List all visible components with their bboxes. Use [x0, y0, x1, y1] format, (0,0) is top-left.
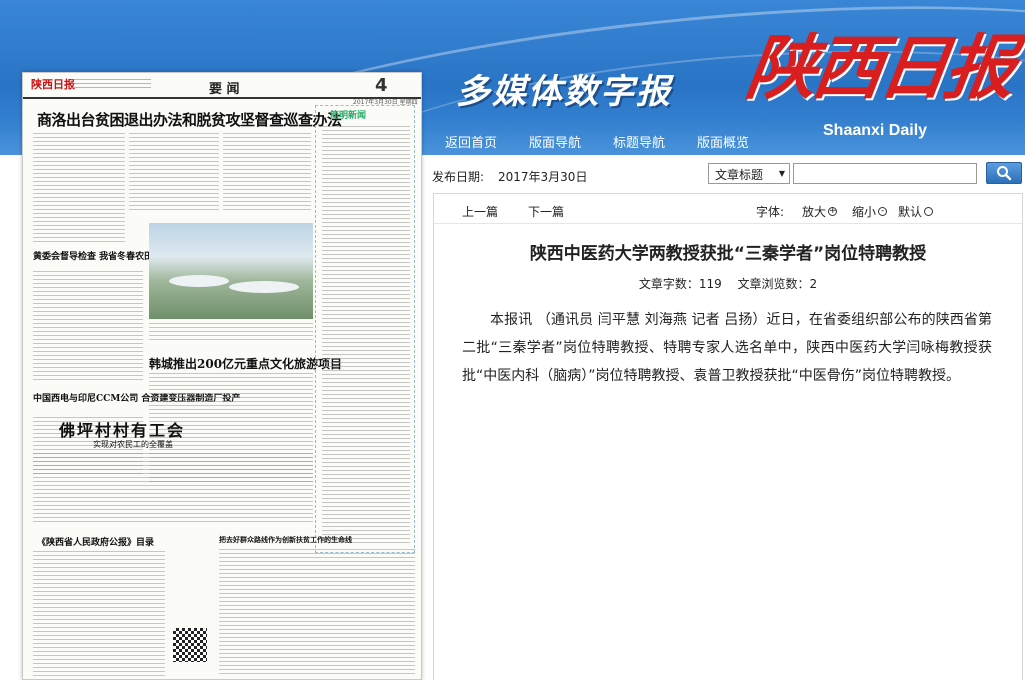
site-title: 多媒体数字报 — [456, 72, 672, 112]
font-large-label: 放大 — [802, 205, 827, 219]
news-brief-column: 简明新闻 — [315, 105, 415, 553]
page-section-title: 要 闻 — [209, 82, 240, 97]
search-icon — [997, 166, 1012, 181]
photo-aircraft — [169, 275, 229, 287]
qr-code — [173, 628, 207, 662]
newspaper-page-logo: 陕西日报 — [31, 78, 75, 91]
chevron-down-icon: ▼ — [778, 169, 785, 178]
article-toolbar: 上一篇 下一篇 字体: 放大 缩小 默认 — [434, 194, 1022, 224]
newspaper-page-image[interactable]: 陕西日报 要 闻 4 2017年3月30日 星期四 商洛出台贫困退出办法和脱贫攻… — [22, 72, 422, 680]
search-input[interactable] — [793, 163, 977, 184]
article-text-block[interactable] — [33, 133, 125, 243]
zoom-out-icon[interactable] — [878, 205, 888, 217]
article-stats: 文章字数：119 文章浏览数：2 — [434, 275, 1022, 292]
story-subheadline: 实现对农民工的全覆盖 — [93, 440, 173, 449]
photo-caption — [149, 323, 313, 343]
article-text-block[interactable] — [223, 133, 311, 213]
newspaper-headline[interactable]: 商洛出台贫困退出办法和脱贫攻坚督查巡查办法 — [37, 109, 342, 130]
publish-date-label: 发布日期: — [432, 170, 485, 184]
newspaper-logo-english: Shaanxi Daily — [823, 122, 928, 139]
article-panel: 上一篇 下一篇 字体: 放大 缩小 默认 陕西中医药大学两教授获批“三秦学者”岗… — [433, 193, 1023, 680]
date-search-bar: 发布日期: 2017年3月30日 文章标题 ▼ — [430, 160, 1025, 188]
story-headline[interactable]: 《陕西省人民政府公报》目录 — [37, 535, 154, 548]
main-nav: 返回首页 版面导航 标题导航 版面概览 — [445, 132, 781, 151]
publish-date-value[interactable]: 2017年3月30日 — [498, 168, 587, 185]
page-number: 4 — [375, 75, 388, 96]
article-title: 陕西中医药大学两教授获批“三秦学者”岗位特聘教授 — [529, 244, 927, 264]
view-count: 文章浏览数：2 — [737, 277, 818, 291]
font-size-label: 字体: — [756, 205, 785, 219]
font-large-option[interactable]: 放大 — [802, 203, 838, 220]
article-text-block[interactable] — [33, 551, 165, 676]
nav-page-overview[interactable]: 版面概览 — [697, 132, 781, 151]
font-default-label: 默认 — [898, 205, 923, 219]
nav-page-navigation[interactable]: 版面导航 — [529, 132, 613, 151]
news-brief-title: 简明新闻 — [330, 111, 367, 121]
story-headline[interactable]: 佛坪村村有工会 — [59, 417, 185, 441]
article-text-block[interactable] — [219, 549, 415, 677]
nav-home[interactable]: 返回首页 — [445, 132, 529, 151]
zoom-in-icon[interactable] — [828, 204, 838, 218]
radio-icon[interactable] — [924, 207, 934, 216]
newspaper-logo[interactable]: 陕西日报 — [741, 12, 1019, 113]
previous-article-link[interactable]: 上一篇 — [462, 203, 498, 220]
font-default-option[interactable]: 默认 — [898, 203, 934, 220]
search-button[interactable] — [986, 162, 1022, 184]
font-small-label: 缩小 — [852, 205, 877, 219]
search-type-value: 文章标题 — [715, 168, 764, 182]
article-text-block[interactable] — [33, 453, 313, 523]
article-text-block[interactable] — [129, 133, 219, 213]
search-type-select[interactable]: 文章标题 ▼ — [708, 163, 790, 184]
next-article-link[interactable]: 下一篇 — [528, 203, 564, 220]
story-headline[interactable]: 把去好群众路线作为创新扶贫工作的生命线 — [219, 535, 352, 545]
photo-aircraft — [229, 281, 299, 293]
article-text-block[interactable] — [322, 126, 410, 546]
newspaper-masthead: 陕西日报 要 闻 4 — [23, 73, 421, 99]
masthead-meta — [71, 79, 151, 91]
article-text-block[interactable] — [33, 271, 143, 381]
newspaper-photo[interactable] — [149, 223, 313, 319]
nav-title-navigation[interactable]: 标题导航 — [613, 132, 697, 151]
article-body: 本报讯 （通讯员 闫平慧 刘海燕 记者 吕扬）近日，在省委组织部公布的陕西省第二… — [462, 312, 992, 384]
font-small-option[interactable]: 缩小 — [852, 203, 888, 220]
story-headline[interactable]: 韩城推出200亿元重点文化旅游项目 — [149, 355, 342, 372]
word-count: 文章字数：119 — [638, 277, 722, 291]
